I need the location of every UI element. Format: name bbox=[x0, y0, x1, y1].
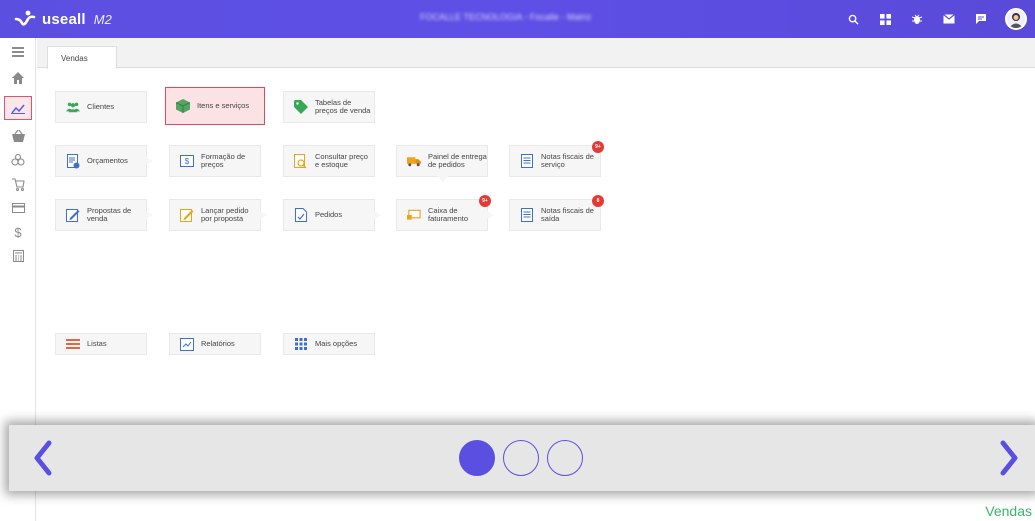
chevron-right-icon[interactable] bbox=[997, 439, 1021, 477]
top-bar: useall M2 FOCALLE TECNOLOGIA - Focalle -… bbox=[0, 0, 1035, 38]
invoice-icon bbox=[520, 208, 534, 222]
order-doc-icon bbox=[294, 208, 308, 222]
calculator-icon[interactable] bbox=[4, 244, 32, 268]
tile-label: Notas fiscais de serviço bbox=[541, 152, 594, 169]
truck-icon bbox=[407, 154, 421, 168]
home-icon[interactable] bbox=[4, 66, 32, 90]
carousel-dot-1[interactable] bbox=[459, 440, 495, 476]
tile-pedidos[interactable]: Pedidos bbox=[283, 199, 375, 231]
mail-icon[interactable] bbox=[941, 11, 957, 27]
tile-painel-entrega[interactable]: Painel de entrega de pedidos bbox=[396, 145, 488, 177]
tile-label: Lançar pedido por proposta bbox=[201, 206, 249, 223]
apps-grid-icon bbox=[294, 337, 308, 351]
svg-text:$: $ bbox=[185, 157, 190, 166]
edit-doc-icon bbox=[66, 208, 80, 222]
notification-badge: 9+ bbox=[592, 141, 604, 153]
tile-label: Itens e serviços bbox=[197, 101, 250, 110]
menu-icon[interactable] bbox=[4, 40, 32, 64]
tile-label: Orçamentos bbox=[87, 156, 128, 165]
chevron-left-icon[interactable] bbox=[31, 439, 55, 477]
tile-label: Notas fiscais de saída bbox=[541, 206, 594, 223]
tile-propostas-venda[interactable]: Propostas de venda bbox=[55, 199, 147, 231]
cash-register-icon bbox=[407, 208, 421, 222]
boxes-icon[interactable] bbox=[4, 148, 32, 172]
invoice-icon bbox=[520, 154, 534, 168]
chart-line-icon[interactable] bbox=[4, 96, 32, 120]
tile-mais-opcoes[interactable]: Mais opções bbox=[283, 333, 375, 355]
company-name[interactable]: FOCALLE TECNOLOGIA - Focalle - Matriz bbox=[420, 12, 591, 22]
dollar-icon[interactable]: $ bbox=[4, 220, 32, 244]
tile-listas[interactable]: Listas bbox=[55, 333, 147, 355]
tile-clientes[interactable]: Clientes bbox=[55, 91, 147, 123]
bug-icon[interactable] bbox=[909, 11, 925, 27]
tile-itens-servicos[interactable]: Itens e serviços bbox=[165, 87, 265, 125]
carousel-dot-2[interactable] bbox=[503, 440, 539, 476]
tile-caixa-faturamento[interactable]: Caixa de faturamento 9+ bbox=[396, 195, 491, 231]
tile-label: Formação de preços bbox=[201, 152, 246, 169]
report-icon bbox=[180, 337, 194, 351]
users-icon bbox=[66, 100, 80, 114]
cart-icon[interactable] bbox=[4, 172, 32, 196]
logo-version: M2 bbox=[93, 11, 112, 27]
quote-doc-icon bbox=[66, 153, 80, 168]
box-icon bbox=[176, 99, 190, 113]
carousel-dot-3[interactable] bbox=[547, 440, 583, 476]
tile-lancar-pedido[interactable]: Lançar pedido por proposta bbox=[169, 199, 261, 231]
basket-icon[interactable] bbox=[4, 124, 32, 148]
notification-badge: 8 bbox=[592, 195, 604, 207]
tile-label: Clientes bbox=[87, 102, 115, 111]
logo-text: useall bbox=[42, 10, 86, 28]
edit-doc-icon bbox=[180, 208, 194, 222]
tile-relatorios[interactable]: Relatórios bbox=[169, 333, 261, 355]
tag-icon bbox=[294, 100, 308, 114]
tile-label: Consultar preço e estoque bbox=[315, 152, 368, 169]
app-logo[interactable]: useall M2 bbox=[14, 10, 112, 28]
tile-label: Painel de entrega de pedidos bbox=[428, 152, 487, 169]
grid-icon[interactable] bbox=[877, 11, 893, 27]
tile-consultar-preco[interactable]: Consultar preço e estoque bbox=[283, 145, 375, 177]
avatar[interactable] bbox=[1005, 8, 1027, 30]
card-icon[interactable] bbox=[4, 196, 32, 220]
tile-notas-saida[interactable]: Notas fiscais de saída 8 bbox=[509, 195, 604, 231]
footer-section-label: Vendas bbox=[985, 503, 1032, 519]
tile-label: Tabelas de preços de venda bbox=[315, 98, 371, 115]
tile-notas-servico[interactable]: Notas fiscais de serviço 9+ bbox=[509, 141, 604, 177]
tile-label: Mais opções bbox=[315, 339, 358, 348]
price-box-icon: $ bbox=[180, 154, 194, 168]
carousel-bar bbox=[9, 425, 1035, 491]
list-icon bbox=[66, 337, 80, 351]
tile-tabelas-precos[interactable]: Tabelas de preços de venda bbox=[283, 91, 375, 123]
tile-formacao-precos[interactable]: $ Formação de preços bbox=[169, 145, 261, 177]
tile-label: Pedidos bbox=[315, 210, 343, 219]
tab-strip: Vendas bbox=[37, 38, 1035, 69]
tile-label: Propostas de venda bbox=[87, 206, 132, 223]
chat-icon[interactable] bbox=[973, 11, 989, 27]
notification-badge: 9+ bbox=[479, 195, 491, 207]
tile-label: Listas bbox=[87, 339, 107, 348]
search-doc-icon bbox=[294, 153, 308, 168]
carousel-pagination bbox=[459, 440, 583, 476]
tile-label: Caixa de faturamento bbox=[428, 206, 469, 223]
useall-logo-icon bbox=[14, 10, 36, 26]
tile-orcamentos[interactable]: Orçamentos bbox=[55, 145, 147, 177]
search-icon[interactable] bbox=[845, 11, 861, 27]
tab-vendas[interactable]: Vendas bbox=[47, 46, 117, 69]
tile-label: Relatórios bbox=[201, 339, 235, 348]
